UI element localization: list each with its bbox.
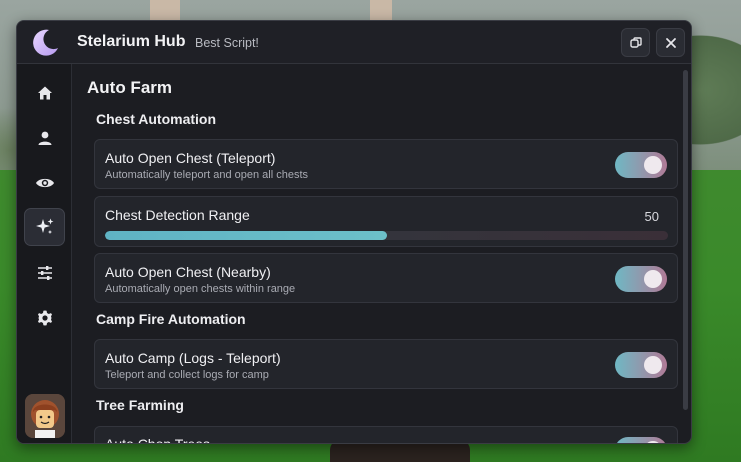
window-subtitle: Best Script! (195, 36, 259, 50)
sliders-icon (37, 266, 52, 280)
nav-visuals[interactable] (24, 164, 65, 202)
nav-settings[interactable] (24, 299, 65, 337)
hub-window: Stelarium Hub Best Script! Auto Farm Che… (16, 20, 692, 444)
content-panel: Auto Farm Chest Automation Auto Open Che… (72, 64, 691, 444)
section-label-tree-farming: Tree Farming (96, 397, 184, 413)
toggle-card-auto-chop-trees: Auto Chop Trees (94, 426, 678, 444)
toggle-switch[interactable] (615, 352, 667, 378)
restore-icon (629, 36, 642, 48)
toggle-switch[interactable] (615, 437, 667, 443)
option-title: Auto Open Chest (Nearby) (105, 264, 271, 280)
eye-icon (35, 178, 54, 188)
fence-post (370, 0, 392, 20)
toggle-knob (644, 356, 662, 374)
home-icon (37, 86, 52, 100)
option-description: Automatically open chests within range (105, 283, 296, 295)
nav-player[interactable] (24, 119, 65, 157)
close-icon (665, 37, 676, 48)
page-title: Auto Farm (87, 78, 172, 97)
restore-button[interactable] (621, 28, 650, 57)
nav-sliders[interactable] (24, 254, 65, 292)
toggle-knob (644, 156, 662, 174)
toggle-card-auto-open-chest-nearby: Auto Open Chest (Nearby) Automatically o… (94, 253, 678, 303)
toggle-card-auto-open-chest-teleport: Auto Open Chest (Teleport) Automatically… (94, 139, 678, 189)
option-description: Teleport and collect logs for camp (105, 369, 269, 381)
toggle-switch[interactable] (615, 266, 667, 292)
option-title: Auto Chop Trees (105, 436, 211, 444)
scrollbar[interactable] (683, 70, 688, 410)
slider-card-chest-detection-range: Chest Detection Range 50 (94, 196, 678, 247)
slider-track[interactable] (105, 231, 668, 240)
sparkle-icon (35, 218, 53, 234)
section-label-chest: Chest Automation (96, 111, 217, 127)
crescent-moon-logo-icon (33, 29, 58, 56)
option-title: Chest Detection Range (105, 207, 250, 223)
gear-icon (37, 310, 52, 326)
nav-home[interactable] (24, 74, 65, 112)
fence-post (150, 0, 180, 22)
nav-auto-farm[interactable] (24, 208, 65, 246)
option-title: Auto Camp (Logs - Teleport) (105, 350, 281, 366)
user-icon (38, 131, 51, 145)
toggle-card-auto-camp: Auto Camp (Logs - Teleport) Teleport and… (94, 339, 678, 389)
avatar-icon (25, 394, 65, 438)
option-description: Automatically teleport and open all ches… (105, 169, 309, 181)
sidebar (17, 64, 72, 443)
option-title: Auto Open Chest (Teleport) (105, 150, 276, 166)
slider-fill (105, 231, 387, 240)
toggle-knob (644, 270, 662, 288)
toggle-knob (644, 441, 662, 443)
toggle-switch[interactable] (615, 152, 667, 178)
section-label-campfire: Camp Fire Automation (96, 311, 246, 327)
slider-value: 50 (644, 209, 659, 224)
close-button[interactable] (656, 28, 685, 57)
user-avatar[interactable] (25, 394, 65, 438)
window-title: Stelarium Hub (77, 33, 186, 50)
title-bar[interactable]: Stelarium Hub Best Script! (17, 21, 691, 64)
